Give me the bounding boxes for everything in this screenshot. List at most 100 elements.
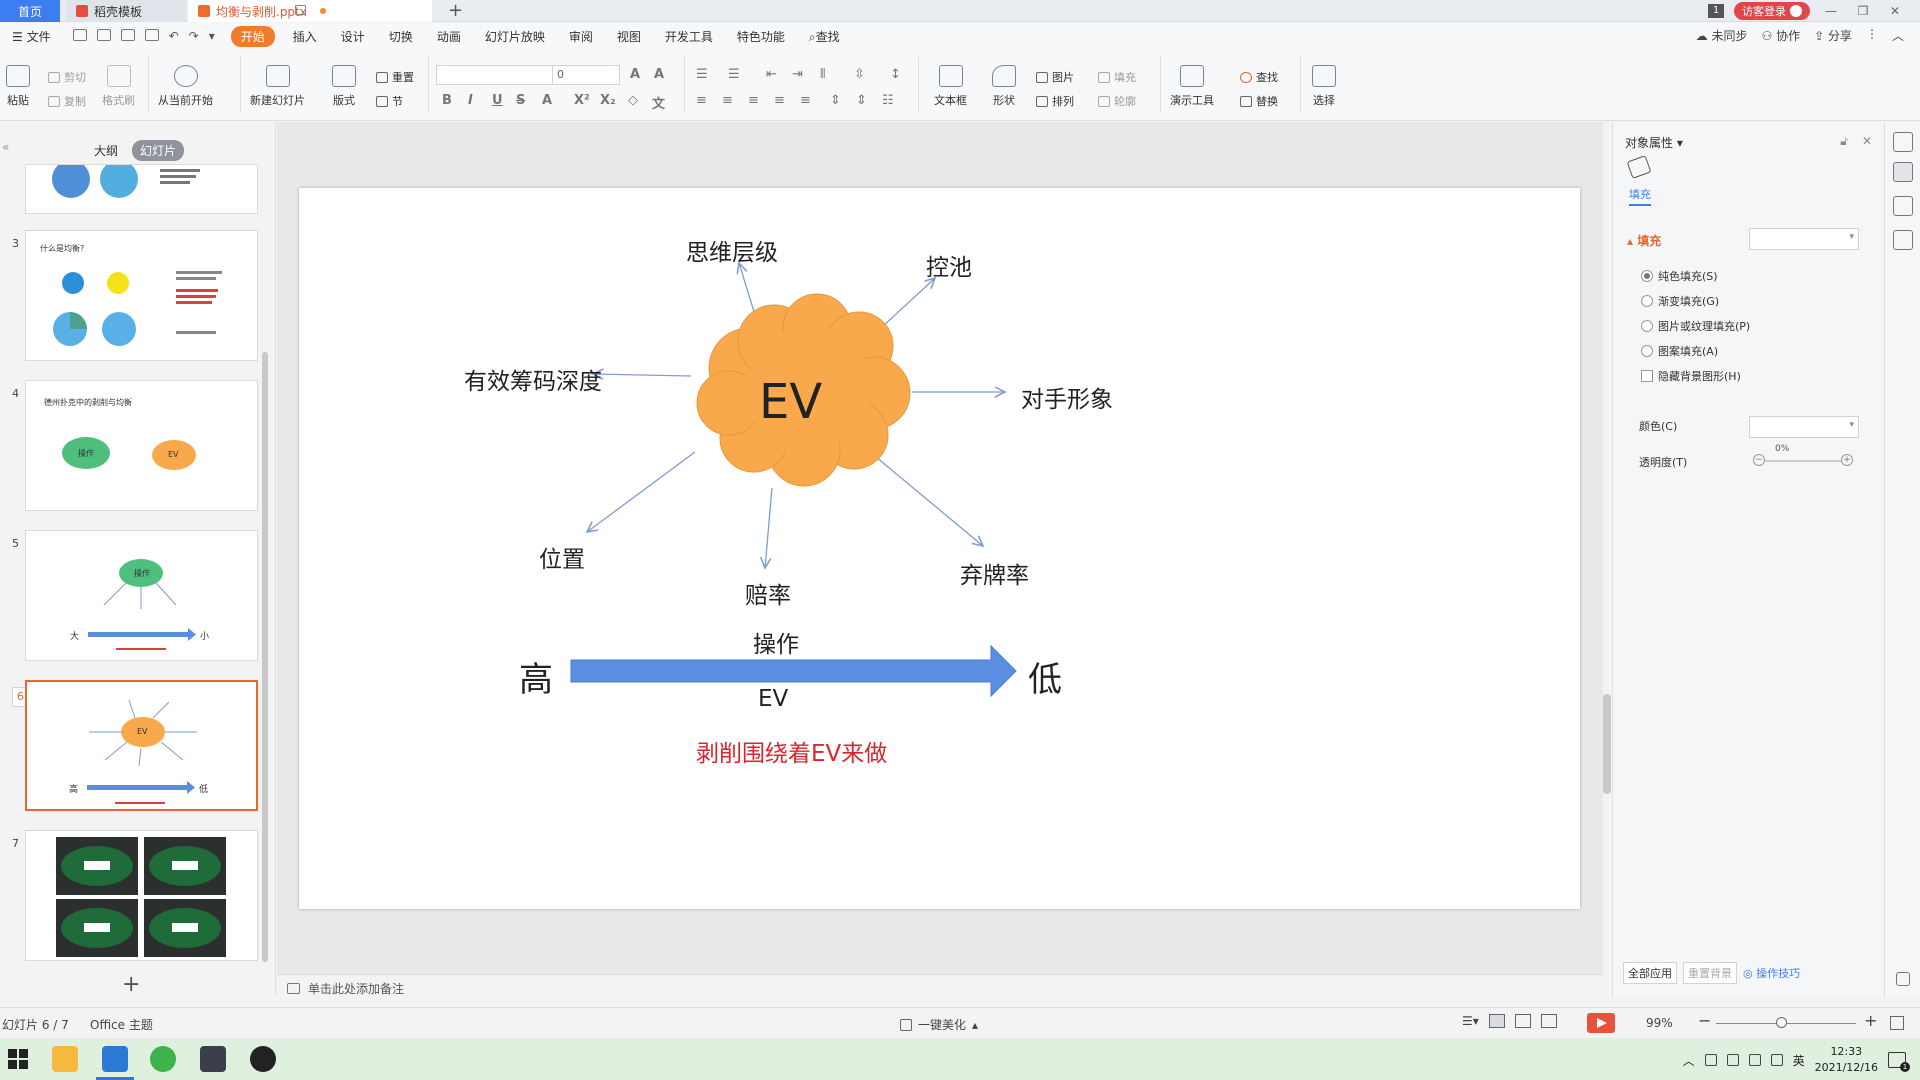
from-current-button[interactable]: 从当前开始 [158,65,213,108]
menu-developer[interactable]: 开发工具 [653,28,725,45]
notes-toggle-icon[interactable]: ☰▾ [1462,1014,1479,1028]
select-button[interactable]: 选择 [1312,65,1336,108]
node-pot-control[interactable]: 控池 [926,248,972,282]
new-slide-button[interactable]: 新建幻灯片 [250,65,305,108]
tab-home[interactable]: 首页 [0,0,60,22]
find-button[interactable]: 查找 [1240,69,1278,85]
transparency-slider[interactable]: − 0% + [1753,444,1853,468]
zoom-slider[interactable]: − + [1698,1011,1878,1031]
strikethrough-icon[interactable]: S [516,93,525,108]
caption-text[interactable]: 剥削围绕着EV来做 [696,734,887,768]
slide-thumbnail-2[interactable] [25,164,258,214]
textbox-button[interactable]: 文本框 [934,65,967,108]
microphone-icon[interactable] [1704,1054,1717,1066]
zoom-level[interactable]: 99% [1646,1016,1673,1030]
grid-icon[interactable] [1896,972,1910,986]
notes-pane[interactable]: 单击此处添加备注 [277,974,1603,998]
slide-thumbnail-3[interactable]: 什么是均衡? [25,230,258,361]
menu-slideshow[interactable]: 幻灯片放映 [473,28,557,45]
customize-chevron-icon[interactable]: ▾ [209,29,215,43]
zoom-out-icon[interactable]: − [1698,1011,1711,1030]
reset-background-button[interactable]: 重置背景 [1683,962,1737,984]
obs-icon[interactable] [250,1046,276,1072]
print-preview-icon[interactable] [144,29,159,41]
line-spacing-icon[interactable]: ↕ [890,67,901,82]
increase-indent-icon[interactable]: ⇥ [792,67,803,82]
node-odds[interactable]: 赔率 [745,576,791,610]
menu-home[interactable]: 开始 [230,25,275,47]
font-color-icon[interactable]: A [542,93,552,108]
align-center-icon[interactable]: ≡ [722,93,733,108]
sync-button[interactable]: ☁ 未同步 [1696,27,1748,44]
paragraph-indent-icon[interactable]: ☷ [882,93,894,108]
slide-thumbnail-5[interactable]: 操作 大 小 [25,530,258,661]
export-icon[interactable] [96,29,111,41]
slide-thumbnail-4[interactable]: 德州扑克中的剥削与均衡 操作 EV [25,380,258,511]
slide-canvas[interactable]: EV 思维层级 控池 有效筹码深度 对手形象 位置 赔率 弃牌率 操作 EV 高… [299,188,1580,909]
layout-button[interactable]: 版式 [332,65,356,108]
font-size-select[interactable]: 0 [552,65,620,85]
display-icon[interactable] [1726,1054,1739,1066]
animation-icon[interactable] [1893,196,1913,216]
app-icon[interactable] [200,1046,226,1072]
columns-icon[interactable]: ⫴ [820,67,825,82]
restore-icon[interactable]: ❐ [1852,4,1874,18]
paragraph-settings-icon[interactable]: ⇕ [856,93,867,108]
clear-format-icon[interactable]: ◇ [628,93,638,108]
panel-close-icon[interactable]: ✕ [1862,134,1872,149]
more-icon[interactable]: ⋮ [1866,27,1878,44]
subscript-icon[interactable]: X₂ [600,93,616,108]
arrow-top-label[interactable]: 操作 [753,625,799,659]
fit-window-icon[interactable] [1890,1016,1904,1030]
menu-search[interactable]: ⌕查找 [797,28,852,45]
radio-picture-fill[interactable]: 图片或纹理填充(P) [1641,318,1750,334]
node-thinking-level[interactable]: 思维层级 [686,233,778,267]
superscript-icon[interactable]: X² [574,93,590,108]
phonetic-icon[interactable]: 文 [652,93,665,112]
undo-icon[interactable]: ↶ [169,29,179,43]
menu-special[interactable]: 特色功能 [725,28,797,45]
tab-outline[interactable]: 大纲 [86,140,126,161]
print-icon[interactable] [120,29,135,41]
slide-thumbnail-7[interactable] [25,830,258,961]
ime-indicator[interactable]: 英 [1793,1052,1805,1069]
normal-view-icon[interactable] [1488,1014,1505,1028]
bold-icon[interactable]: B [442,93,452,108]
paste-button[interactable]: 粘贴 [6,65,30,108]
apply-all-button[interactable]: 全部应用 [1623,962,1677,984]
shape-button[interactable]: 形状 [992,65,1016,108]
network-icon[interactable] [1748,1054,1761,1066]
panel-title[interactable]: 对象属性 ▾ [1625,134,1683,151]
font-family-select[interactable] [436,65,554,85]
fill-tab[interactable]: 填充 [1629,186,1651,206]
outline-button[interactable]: 轮廓 [1098,93,1136,109]
clock[interactable]: 12:33 2021/12/16 [1815,1044,1878,1076]
fill-type-dropdown[interactable] [1749,228,1859,250]
picture-button[interactable]: 图片 [1036,69,1074,85]
tips-link[interactable]: ◎ 操作技巧 [1743,965,1800,981]
present-tools-button[interactable]: 演示工具 [1170,65,1214,108]
properties-icon[interactable] [1893,162,1913,182]
connector-top-right[interactable] [880,278,935,329]
tray-expand-icon[interactable]: ︿ [1683,1052,1695,1069]
checkbox-hide-background[interactable]: 隐藏背景图形(H) [1641,368,1741,384]
collapse-sidebar-icon[interactable] [1893,132,1913,152]
page-badge[interactable]: 1 [1708,4,1724,18]
save-icon[interactable] [72,29,87,41]
underline-icon[interactable]: U [492,93,503,108]
volume-icon[interactable] [1770,1054,1783,1066]
radio-gradient-fill[interactable]: 渐变填充(G) [1641,293,1719,309]
slide-thumbnail-6[interactable]: EV 高 低 [25,680,258,811]
select-pane-icon[interactable] [1893,230,1913,250]
section-button[interactable]: 节 [376,93,403,109]
editor-scroll-thumb[interactable] [1603,694,1611,794]
connector-left[interactable] [593,374,692,376]
sorter-view-icon[interactable] [1514,1014,1531,1028]
color-dropdown[interactable] [1749,416,1859,438]
node-effective-stack-depth[interactable]: 有效筹码深度 [464,362,602,396]
reset-button[interactable]: 重置 [376,69,414,85]
copy-button[interactable]: 复制 [48,93,86,109]
connector-bottom[interactable] [765,487,773,568]
close-icon[interactable]: ✕ [1884,4,1906,18]
wechat-icon[interactable] [150,1046,176,1072]
